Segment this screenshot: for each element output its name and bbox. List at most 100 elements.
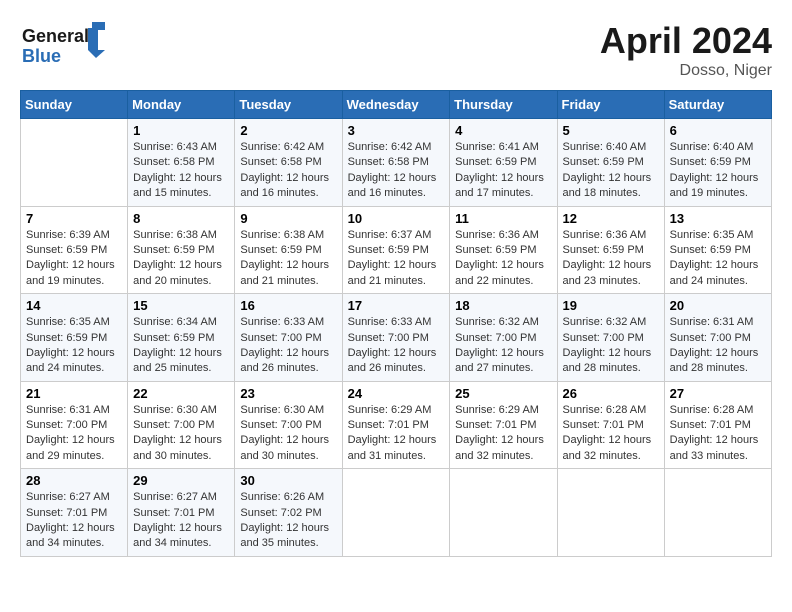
calendar-cell: 16 Sunrise: 6:33 AMSunset: 7:00 PMDayligh… xyxy=(235,294,342,382)
header-saturday: Saturday xyxy=(664,91,771,119)
day-number: 1 xyxy=(133,123,229,138)
header-sunday: Sunday xyxy=(21,91,128,119)
day-number: 23 xyxy=(240,386,336,401)
day-number: 10 xyxy=(348,211,445,226)
calendar-cell: 4Sunrise: 6:41 AMSunset: 6:59 PMDaylight… xyxy=(450,119,557,207)
calendar-cell xyxy=(450,469,557,557)
header-thursday: Thursday xyxy=(450,91,557,119)
day-number: 17 xyxy=(348,298,445,313)
day-info: Sunrise: 6:30 AMSunset: 7:00 PMDaylight:… xyxy=(133,403,229,465)
day-info: Sunrise: 6:32 AMSunset: 7:00 PMDaylight:… xyxy=(455,315,551,377)
day-info: Sunrise: 6:41 AMSunset: 6:59 PMDaylight:… xyxy=(455,140,551,202)
calendar-cell: 1 Sunrise: 6:43 AMSunset: 6:58 PMDaylight… xyxy=(128,119,235,207)
day-info: Sunrise: 6:27 AMSunset: 7:01 PMDaylight:… xyxy=(133,490,229,552)
day-info: Sunrise: 6:39 AMSunset: 6:59 PMDaylight:… xyxy=(26,228,122,290)
calendar-week-row: 14 Sunrise: 6:35 AMSunset: 6:59 PMDayligh… xyxy=(21,294,772,382)
logo-text: General Blue xyxy=(20,20,105,75)
calendar-cell: 14 Sunrise: 6:35 AMSunset: 6:59 PMDayligh… xyxy=(21,294,128,382)
calendar-cell: 6 Sunrise: 6:40 AMSunset: 6:59 PMDaylight… xyxy=(664,119,771,207)
day-info: Sunrise: 6:42 AMSunset: 6:58 PMDaylight:… xyxy=(240,140,336,202)
calendar-cell: 22 Sunrise: 6:30 AMSunset: 7:00 PMDayligh… xyxy=(128,381,235,469)
day-info: Sunrise: 6:40 AMSunset: 6:59 PMDaylight:… xyxy=(563,140,659,202)
calendar-cell: 27Sunrise: 6:28 AMSunset: 7:01 PMDayligh… xyxy=(664,381,771,469)
day-info: Sunrise: 6:33 AMSunset: 7:00 PMDaylight:… xyxy=(240,315,336,377)
calendar-cell: 21Sunrise: 6:31 AMSunset: 7:00 PMDayligh… xyxy=(21,381,128,469)
calendar-cell: 3 Sunrise: 6:42 AMSunset: 6:58 PMDaylight… xyxy=(342,119,450,207)
calendar-cell: 2 Sunrise: 6:42 AMSunset: 6:58 PMDaylight… xyxy=(235,119,342,207)
day-info: Sunrise: 6:36 AMSunset: 6:59 PMDaylight:… xyxy=(563,228,659,290)
day-number: 12 xyxy=(563,211,659,226)
calendar-cell: 10 Sunrise: 6:37 AMSunset: 6:59 PMDayligh… xyxy=(342,206,450,294)
calendar-cell: 29 Sunrise: 6:27 AMSunset: 7:01 PMDayligh… xyxy=(128,469,235,557)
calendar-cell: 11 Sunrise: 6:36 AMSunset: 6:59 PMDayligh… xyxy=(450,206,557,294)
calendar-cell: 20 Sunrise: 6:31 AMSunset: 7:00 PMDayligh… xyxy=(664,294,771,382)
day-info: Sunrise: 6:37 AMSunset: 6:59 PMDaylight:… xyxy=(348,228,445,290)
day-number: 2 xyxy=(240,123,336,138)
day-number: 8 xyxy=(133,211,229,226)
day-info: Sunrise: 6:40 AMSunset: 6:59 PMDaylight:… xyxy=(670,140,766,202)
day-info: Sunrise: 6:28 AMSunset: 7:01 PMDaylight:… xyxy=(670,403,766,465)
day-number: 30 xyxy=(240,473,336,488)
day-number: 26 xyxy=(563,386,659,401)
day-number: 24 xyxy=(348,386,445,401)
calendar-cell: 17 Sunrise: 6:33 AMSunset: 7:00 PMDayligh… xyxy=(342,294,450,382)
calendar-cell: 24Sunrise: 6:29 AMSunset: 7:01 PMDayligh… xyxy=(342,381,450,469)
day-number: 16 xyxy=(240,298,336,313)
day-number: 5 xyxy=(563,123,659,138)
calendar-cell: 5 Sunrise: 6:40 AMSunset: 6:59 PMDaylight… xyxy=(557,119,664,207)
day-info: Sunrise: 6:36 AMSunset: 6:59 PMDaylight:… xyxy=(455,228,551,290)
day-number: 22 xyxy=(133,386,229,401)
calendar-week-row: 1 Sunrise: 6:43 AMSunset: 6:58 PMDaylight… xyxy=(21,119,772,207)
svg-text:General: General xyxy=(22,26,89,46)
calendar-cell: 8 Sunrise: 6:38 AMSunset: 6:59 PMDaylight… xyxy=(128,206,235,294)
day-info: Sunrise: 6:38 AMSunset: 6:59 PMDaylight:… xyxy=(133,228,229,290)
calendar-cell xyxy=(557,469,664,557)
day-number: 6 xyxy=(670,123,766,138)
day-info: Sunrise: 6:42 AMSunset: 6:58 PMDaylight:… xyxy=(348,140,445,202)
header-monday: Monday xyxy=(128,91,235,119)
calendar-cell: 12 Sunrise: 6:36 AMSunset: 6:59 PMDayligh… xyxy=(557,206,664,294)
calendar-cell xyxy=(21,119,128,207)
day-number: 3 xyxy=(348,123,445,138)
page-header: General Blue April 2024 Dosso, Niger xyxy=(20,20,772,80)
day-number: 15 xyxy=(133,298,229,313)
logo: General Blue xyxy=(20,20,105,75)
day-info: Sunrise: 6:27 AMSunset: 7:01 PMDaylight:… xyxy=(26,490,122,552)
day-info: Sunrise: 6:32 AMSunset: 7:00 PMDaylight:… xyxy=(563,315,659,377)
calendar-header-row: SundayMondayTuesdayWednesdayThursdayFrid… xyxy=(21,91,772,119)
calendar-cell: 28 Sunrise: 6:27 AMSunset: 7:01 PMDayligh… xyxy=(21,469,128,557)
day-number: 21 xyxy=(26,386,122,401)
header-friday: Friday xyxy=(557,91,664,119)
calendar-cell: 26 Sunrise: 6:28 AMSunset: 7:01 PMDayligh… xyxy=(557,381,664,469)
month-title: April 2024 xyxy=(600,20,772,62)
day-info: Sunrise: 6:33 AMSunset: 7:00 PMDaylight:… xyxy=(348,315,445,377)
day-number: 29 xyxy=(133,473,229,488)
calendar-week-row: 21Sunrise: 6:31 AMSunset: 7:00 PMDayligh… xyxy=(21,381,772,469)
day-number: 14 xyxy=(26,298,122,313)
day-number: 18 xyxy=(455,298,551,313)
day-info: Sunrise: 6:43 AMSunset: 6:58 PMDaylight:… xyxy=(133,140,229,202)
day-number: 20 xyxy=(670,298,766,313)
header-wednesday: Wednesday xyxy=(342,91,450,119)
day-number: 19 xyxy=(563,298,659,313)
calendar-table: SundayMondayTuesdayWednesdayThursdayFrid… xyxy=(20,90,772,557)
day-info: Sunrise: 6:34 AMSunset: 6:59 PMDaylight:… xyxy=(133,315,229,377)
day-info: Sunrise: 6:35 AMSunset: 6:59 PMDaylight:… xyxy=(670,228,766,290)
day-number: 28 xyxy=(26,473,122,488)
day-info: Sunrise: 6:28 AMSunset: 7:01 PMDaylight:… xyxy=(563,403,659,465)
calendar-cell: 18 Sunrise: 6:32 AMSunset: 7:00 PMDayligh… xyxy=(450,294,557,382)
svg-text:Blue: Blue xyxy=(22,46,61,66)
calendar-cell: 9Sunrise: 6:38 AMSunset: 6:59 PMDaylight… xyxy=(235,206,342,294)
day-info: Sunrise: 6:31 AMSunset: 7:00 PMDaylight:… xyxy=(670,315,766,377)
calendar-cell: 15 Sunrise: 6:34 AMSunset: 6:59 PMDayligh… xyxy=(128,294,235,382)
calendar-cell xyxy=(342,469,450,557)
calendar-week-row: 28 Sunrise: 6:27 AMSunset: 7:01 PMDayligh… xyxy=(21,469,772,557)
calendar-cell: 25Sunrise: 6:29 AMSunset: 7:01 PMDayligh… xyxy=(450,381,557,469)
day-info: Sunrise: 6:26 AMSunset: 7:02 PMDaylight:… xyxy=(240,490,336,552)
calendar-cell: 13 Sunrise: 6:35 AMSunset: 6:59 PMDayligh… xyxy=(664,206,771,294)
day-info: Sunrise: 6:38 AMSunset: 6:59 PMDaylight:… xyxy=(240,228,336,290)
day-number: 11 xyxy=(455,211,551,226)
day-info: Sunrise: 6:30 AMSunset: 7:00 PMDaylight:… xyxy=(240,403,336,465)
day-info: Sunrise: 6:35 AMSunset: 6:59 PMDaylight:… xyxy=(26,315,122,377)
day-number: 13 xyxy=(670,211,766,226)
